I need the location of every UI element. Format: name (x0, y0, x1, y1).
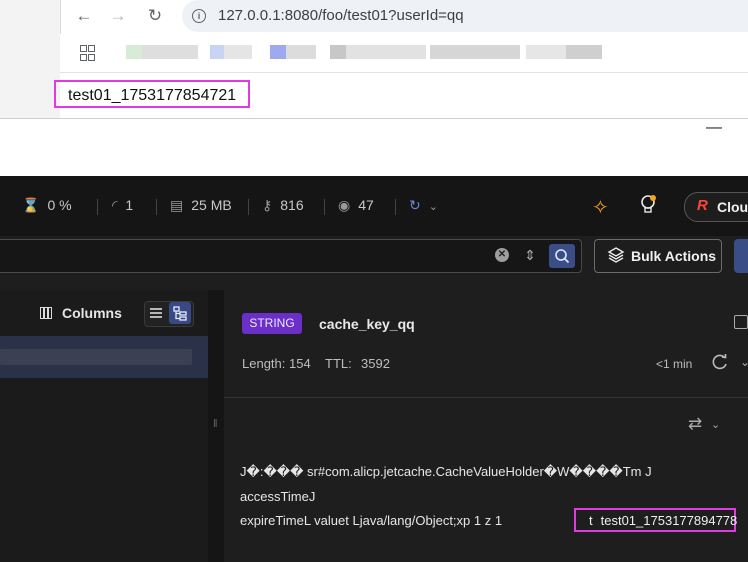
clients-value: 47 (358, 197, 374, 213)
stat-divider (395, 199, 396, 215)
memory-icon: ▤ (170, 197, 184, 213)
divider (224, 397, 748, 398)
redis-logo-icon: R (697, 197, 708, 214)
url-text[interactable]: 127.0.0.1:8080/foo/test01?userId=qq (218, 7, 464, 24)
bookmark-item[interactable] (430, 45, 520, 59)
cpu-value: 0 % (47, 197, 72, 213)
apps-grid-icon[interactable] (80, 45, 95, 61)
fullscreen-icon[interactable] (734, 315, 748, 329)
minimize-icon[interactable]: — (702, 120, 726, 140)
bookmark-item[interactable] (566, 45, 602, 59)
bookmark-item[interactable] (224, 45, 252, 59)
memory-stat: ▤ 25 MB (170, 197, 232, 214)
layers-icon (607, 247, 625, 263)
value-line-text: expireTimeL valuet Ljava/lang/Object;xp … (240, 513, 503, 528)
sort-icon[interactable]: ⇕ (523, 246, 537, 264)
format-switch-icon[interactable]: ⇄ (688, 414, 702, 434)
columns-button[interactable]: Columns (62, 305, 122, 321)
ttl-value[interactable]: 3592 (361, 356, 390, 371)
clear-icon[interactable]: ✕ (495, 248, 509, 262)
ttl-label: TTL: (325, 356, 352, 371)
key-name[interactable]: cache_key_qq (319, 316, 415, 332)
key-length: Length: 154 (242, 356, 311, 371)
ops-value: 1 (125, 197, 134, 213)
stat-divider (156, 199, 157, 215)
bookmark-item[interactable] (286, 45, 316, 59)
bookmark-item[interactable] (346, 45, 426, 59)
bookmark-item[interactable] (526, 45, 566, 59)
window-title-area (0, 118, 748, 177)
reload-icon[interactable]: ↻ (144, 6, 166, 26)
refresh-icon[interactable] (710, 352, 730, 372)
cached-value-text: test01_1753177894778 (600, 513, 738, 528)
speed-icon: ◜ (112, 197, 118, 213)
search-button[interactable] (549, 244, 575, 268)
cpu-stat: ⌛ 0 % (22, 197, 72, 214)
stat-divider (248, 199, 249, 215)
cpu-icon: ⌛ (22, 197, 40, 213)
site-info-icon[interactable]: i (192, 9, 206, 23)
key-icon: ⚷ (262, 197, 273, 213)
memory-value: 25 MB (191, 197, 232, 213)
value-type-marker: t (589, 513, 593, 528)
last-refresh-text: <1 min (656, 357, 693, 371)
ops-stat: ◜ 1 (112, 197, 133, 214)
auto-refresh-control[interactable]: ↻ ⌄ (409, 197, 438, 214)
refresh-icon: ↻ (409, 197, 421, 213)
back-arrow-icon[interactable]: ← (74, 6, 94, 26)
resize-handle-icon[interactable]: ‖ (213, 418, 218, 430)
chevron-down-icon: ⌄ (428, 201, 438, 213)
key-list-row-content (0, 349, 192, 365)
clients-icon: ◉ (338, 197, 351, 213)
bookmark-item[interactable] (330, 45, 346, 59)
key-type-badge: STRING (242, 313, 302, 334)
bookmark-item[interactable] (210, 45, 224, 59)
bookmark-item[interactable] (126, 45, 142, 59)
value-line: J�:��� sr#com.alicp.jetcache.CacheValueH… (240, 464, 652, 479)
stat-divider (97, 199, 98, 215)
clients-stat: ◉ 47 (338, 197, 374, 214)
forward-arrow-icon[interactable]: → (108, 6, 128, 26)
chevron-down-icon[interactable]: ⌄ (711, 418, 720, 431)
bulk-actions-label: Bulk Actions (631, 248, 717, 264)
page-response-text: test01_1753177854721 (54, 80, 250, 108)
ai-sparkle-icon[interactable]: ✧ (592, 195, 609, 220)
key-list-pane (0, 290, 208, 562)
stat-divider (324, 199, 325, 215)
value-line: expireTimeL valuet Ljava/lang/Object;xp … (240, 513, 502, 528)
bookmark-item[interactable] (270, 45, 286, 59)
value-highlight-text: t test01_1753177894778 (589, 513, 737, 528)
keys-value: 816 (280, 197, 304, 213)
chevron-down-icon[interactable]: ⌄ (740, 355, 748, 369)
columns-icon (40, 307, 52, 319)
lightbulb-icon[interactable] (638, 194, 658, 216)
bookmark-item[interactable] (142, 45, 198, 59)
value-line: accessTimeJ (240, 489, 316, 504)
add-key-button[interactable] (734, 239, 748, 273)
cloud-button-label: Clou (717, 199, 748, 215)
keys-stat: ⚷ 816 (262, 197, 304, 214)
tree-view-icon[interactable] (169, 302, 191, 324)
browser-left-strip (0, 0, 61, 118)
list-view-icon[interactable] (145, 302, 167, 324)
